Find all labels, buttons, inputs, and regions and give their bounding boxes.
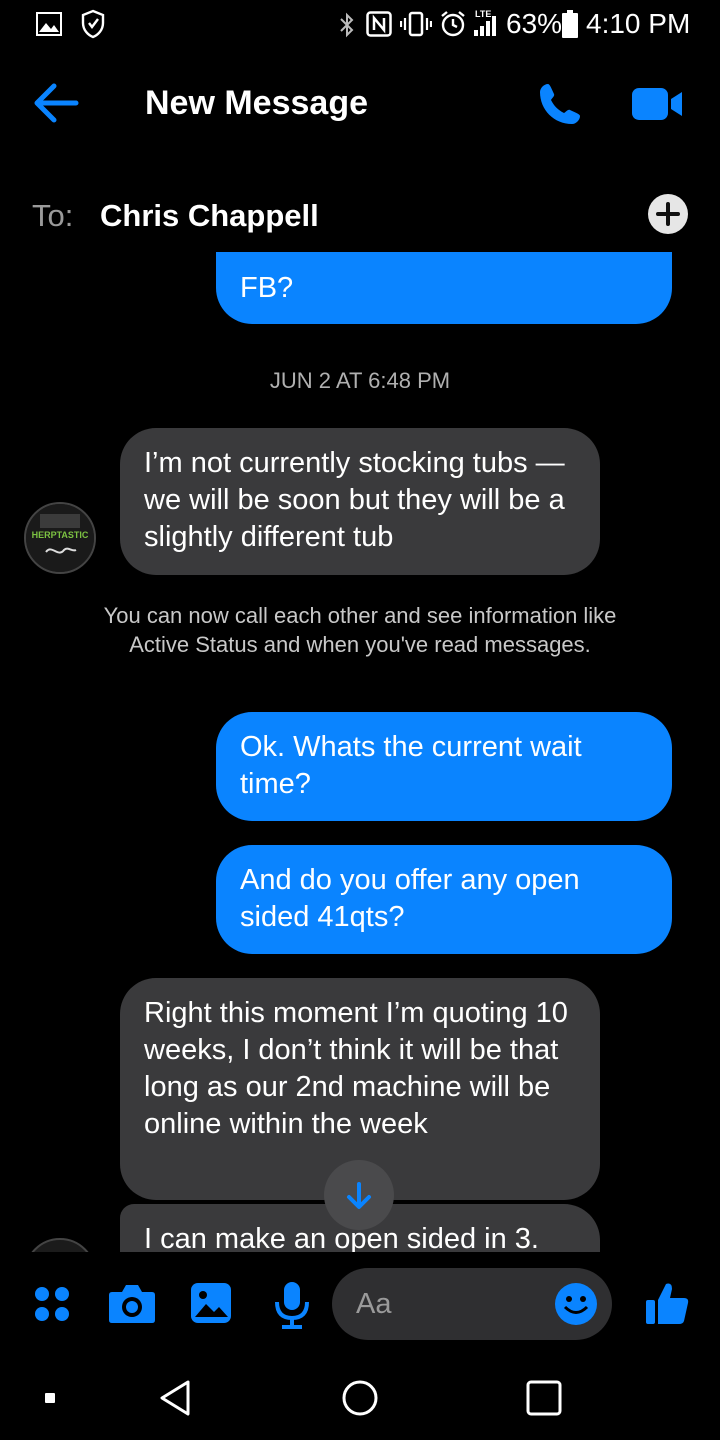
video-call-icon[interactable] — [632, 86, 684, 122]
emoji-icon[interactable] — [554, 1282, 598, 1326]
battery-percent: 63% — [506, 8, 563, 39]
microphone-icon[interactable] — [272, 1280, 312, 1330]
signal-icon — [474, 16, 496, 36]
message-text: Right this moment I’m quoting 10 weeks, … — [144, 997, 568, 1140]
system-notice: You can now call each other and see info… — [103, 603, 617, 657]
herptastic-logo-icon: HERPTASTIC — [26, 504, 94, 572]
dot-indicator-icon — [45, 1393, 55, 1403]
bluetooth-icon — [340, 12, 354, 38]
nav-back-icon[interactable] — [156, 1378, 196, 1418]
avatar[interactable] — [24, 1238, 96, 1252]
message-thread[interactable]: FB? JUN 2 AT 6:48 PM HERPTASTIC I’m not … — [0, 252, 720, 1252]
add-recipient-button[interactable] — [648, 194, 688, 234]
composer-bar: Aa — [0, 1256, 720, 1356]
avatar[interactable]: HERPTASTIC — [24, 502, 96, 574]
logo-text: HERPTASTIC — [32, 530, 89, 540]
recipient-name[interactable]: Chris Chappell — [100, 198, 319, 234]
nav-recents-icon[interactable] — [524, 1378, 564, 1418]
nav-home-icon[interactable] — [340, 1378, 380, 1418]
to-label: To: — [32, 198, 74, 233]
gallery-notification-icon — [36, 12, 62, 36]
clock: 4:10 PM — [586, 8, 691, 39]
arrow-down-icon — [347, 1182, 371, 1209]
nfc-icon — [366, 11, 392, 37]
message-text: And do you offer any open sided 41qts? — [240, 864, 580, 933]
outgoing-message[interactable]: And do you offer any open sided 41qts? — [216, 845, 672, 954]
status-bar: LTE 63% 4:10 PM — [0, 0, 720, 50]
message-input-placeholder: Aa — [356, 1288, 392, 1320]
gallery-icon[interactable] — [190, 1282, 232, 1324]
system-nav-bar — [0, 1356, 720, 1440]
message-text: I’m not currently stocking tubs — we wil… — [144, 447, 565, 553]
page-title: New Message — [145, 84, 368, 122]
camera-icon[interactable] — [108, 1282, 156, 1324]
alarm-icon — [441, 11, 465, 37]
message-text: Ok. Whats the current wait time? — [240, 731, 582, 800]
message-text: FB? — [240, 272, 294, 304]
back-arrow-icon[interactable] — [32, 82, 80, 124]
battery-icon — [562, 10, 578, 38]
vibrate-icon — [400, 11, 432, 37]
incoming-message[interactable]: I’m not currently stocking tubs — we wil… — [120, 428, 600, 575]
scroll-to-bottom-button[interactable] — [324, 1160, 394, 1230]
timestamp: JUN 2 AT 6:48 PM — [269, 368, 451, 393]
shield-notification-icon — [81, 9, 105, 39]
outgoing-message[interactable]: FB? — [216, 252, 672, 324]
plus-icon — [656, 202, 680, 226]
outgoing-message[interactable]: Ok. Whats the current wait time? — [216, 712, 672, 821]
header: New Message — [0, 50, 720, 160]
phone-call-icon[interactable] — [536, 80, 584, 128]
thumbs-up-icon[interactable] — [644, 1280, 690, 1326]
message-input[interactable]: Aa — [332, 1268, 612, 1340]
more-options-icon[interactable] — [32, 1284, 72, 1324]
